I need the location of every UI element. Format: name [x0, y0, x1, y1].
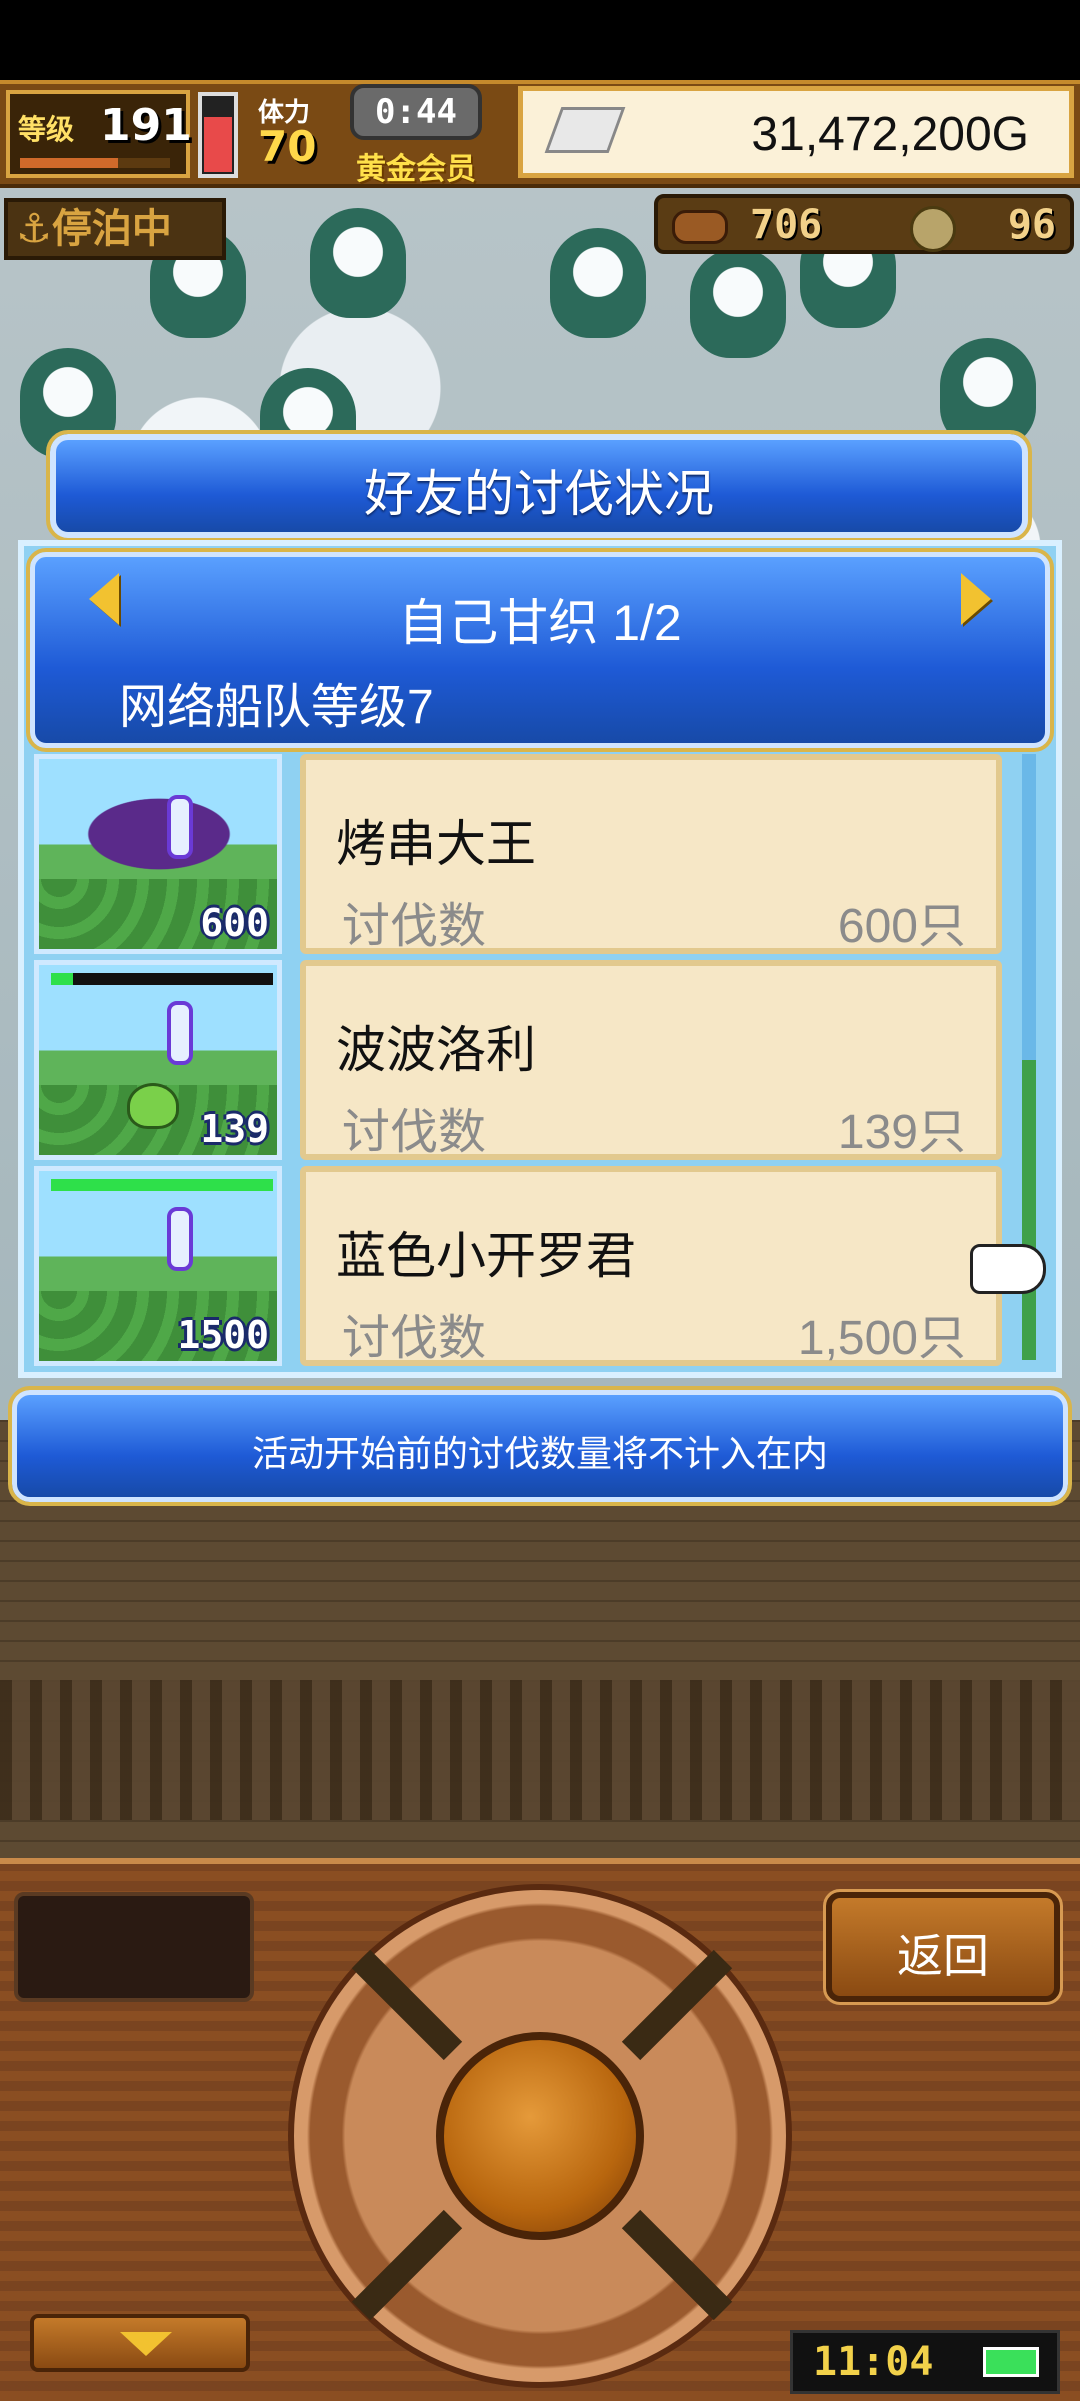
notice-bar: 活动开始前的讨伐数量将不计入在内	[8, 1386, 1072, 1506]
monster-thumbnail: 600	[34, 754, 282, 954]
coin-count: 96	[1007, 202, 1056, 248]
clock-value: 11:04	[813, 2339, 934, 2385]
level-value: 191	[100, 100, 192, 151]
hp-bar	[51, 973, 273, 985]
kills-label: 讨伐数	[342, 1106, 487, 1159]
stamina-gauge-fill	[204, 116, 232, 172]
kills-label: 讨伐数	[342, 900, 487, 953]
notice-text: 活动开始前的讨伐数量将不计入在内	[251, 1433, 828, 1474]
list-item[interactable]: 139 波波洛利 讨伐数 139只	[34, 960, 1002, 1160]
level-label: 等级	[18, 113, 75, 146]
row-info-panel: 波波洛利 讨伐数 139只	[300, 960, 1002, 1160]
snow-tree	[310, 208, 406, 318]
level-progress-fill	[20, 158, 118, 168]
kills-value: 139只	[837, 1106, 966, 1159]
anchor-icon: ⚓	[16, 206, 52, 252]
row-info-panel: 蓝色小开罗君 讨伐数 1,500只	[300, 1166, 1002, 1366]
row-info-panel: 烤串大王 讨伐数 600只	[300, 754, 1002, 954]
gold-bar-icon	[544, 107, 626, 153]
dialog-title-bar: 好友的讨伐状况	[46, 430, 1032, 542]
stamina-value: 70	[258, 122, 317, 171]
exclamation-icon	[167, 1001, 193, 1065]
friend-name: 波波洛利	[336, 1022, 536, 1078]
system-status-bar	[0, 0, 1080, 80]
boss-monster-sprite	[49, 779, 269, 889]
hp-bar	[51, 1179, 273, 1191]
thumbnail-count: 600	[200, 901, 269, 945]
kills-label: 讨伐数	[342, 1312, 487, 1365]
game-clock: 11:04	[790, 2330, 1060, 2394]
monster-thumbnail: 1500	[34, 1166, 282, 1366]
exclamation-icon	[167, 795, 193, 859]
exclamation-icon	[167, 1207, 193, 1271]
hp-bar-fill	[51, 973, 74, 985]
friend-name: 蓝色小开罗君	[336, 1228, 636, 1284]
chevron-down-icon	[120, 2332, 172, 2356]
stamina-timer: 0:44	[350, 84, 482, 140]
stamina-gauge	[198, 92, 238, 178]
fleet-header: 自己甘织 1/2 网络船队等级7	[26, 548, 1054, 752]
resource-counter: 706 96	[654, 194, 1074, 254]
thumbnail-count: 139	[200, 1107, 269, 1151]
level-indicator: 等级 191	[6, 90, 192, 178]
snow-tree	[690, 248, 786, 358]
snow-tree	[550, 228, 646, 338]
gold-display: 31,472,200G	[518, 86, 1074, 178]
menu-down-button[interactable]	[30, 2314, 250, 2372]
list-item[interactable]: 1500 蓝色小开罗君 讨伐数 1,500只	[34, 1166, 1002, 1366]
gold-value: 31,472,200G	[751, 108, 1029, 161]
level-progress-bar	[20, 158, 170, 168]
gold-member-label: 黄金会员	[356, 152, 476, 187]
back-button[interactable]: 返回	[823, 1889, 1063, 2005]
list-item[interactable]: 600 烤串大王 讨伐数 600只	[34, 754, 1002, 954]
battery-icon	[983, 2347, 1039, 2377]
wood-count: 706	[750, 202, 823, 248]
docked-status: ⚓停泊中	[4, 198, 226, 260]
dpad-down-left-spoke	[351, 2209, 463, 2321]
docked-label: 停泊中	[51, 206, 172, 252]
dialog-title: 好友的讨伐状况	[364, 466, 714, 522]
ship-rail	[0, 1680, 1080, 1820]
kills-value: 1,500只	[797, 1312, 966, 1365]
empty-slot	[14, 1892, 254, 2002]
list-scrollbar-thumb[interactable]	[1022, 1060, 1036, 1360]
snow-tree	[940, 338, 1036, 448]
kills-value: 600只	[837, 900, 966, 953]
fleet-level: 网络船队等级7	[119, 681, 434, 734]
monster-thumbnail: 139	[34, 960, 282, 1160]
thumbnail-count: 1500	[177, 1313, 269, 1357]
hp-bar-fill	[51, 1179, 273, 1191]
dpad-center-button[interactable]	[436, 2032, 644, 2240]
friend-name: 烤串大王	[336, 816, 536, 872]
wood-icon	[672, 210, 728, 244]
fleet-name: 自己甘织 1/2	[398, 595, 682, 651]
coin-icon	[910, 206, 956, 252]
back-label: 返回	[897, 1930, 989, 1982]
dpad-up-left-spoke	[351, 1949, 463, 2061]
dpad-up-right-spoke	[621, 1949, 733, 2061]
pointing-hand-icon	[970, 1244, 1046, 1294]
slime-icon	[127, 1083, 179, 1129]
dpad-down-right-spoke	[621, 2209, 733, 2321]
next-page-arrow-icon[interactable]	[961, 573, 991, 625]
